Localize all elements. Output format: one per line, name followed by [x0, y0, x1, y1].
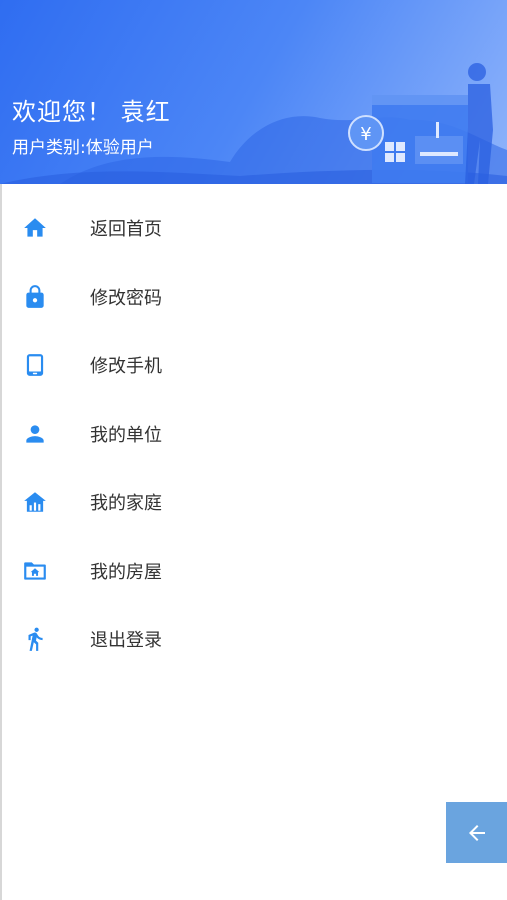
svg-text:¥: ¥ — [360, 124, 371, 145]
folder-home-icon — [22, 558, 48, 584]
menu-item-label: 返回首页 — [90, 219, 162, 241]
menu-item-label: 我的单位 — [90, 424, 162, 446]
user-type-label: 用户类别:体验用户 — [12, 138, 154, 158]
menu-item-logout[interactable]: 退出登录 — [0, 605, 507, 674]
menu-item-home[interactable]: 返回首页 — [0, 194, 507, 263]
menu-item-label: 退出登录 — [90, 630, 162, 652]
menu-item-label: 修改手机 — [90, 356, 162, 378]
house-chart-icon — [22, 489, 48, 515]
person-icon — [22, 421, 48, 447]
menu-item-my-house[interactable]: 我的房屋 — [0, 537, 507, 606]
lock-icon — [22, 284, 48, 310]
menu-item-my-unit[interactable]: 我的单位 — [0, 400, 507, 469]
menu-item-change-phone[interactable]: 修改手机 — [0, 331, 507, 400]
menu-item-label: 我的家庭 — [90, 493, 162, 515]
drawer-menu: 返回首页 修改密码 修改手机 我的单位 我的家庭 我的房屋 退出登录 — [0, 194, 507, 674]
collapse-drawer-button[interactable] — [446, 802, 507, 863]
home-icon — [22, 215, 48, 241]
menu-item-my-family[interactable]: 我的家庭 — [0, 468, 507, 537]
drawer-header: ¥ 欢迎您！ 袁红 用户类别:体验用户 — [0, 0, 507, 184]
exit-runner-icon — [22, 626, 48, 652]
menu-item-label: 修改密码 — [90, 287, 162, 309]
welcome-greeting: 欢迎您！ 袁红 — [12, 98, 171, 126]
menu-item-change-password[interactable]: 修改密码 — [0, 263, 507, 332]
arrow-left-icon — [468, 824, 485, 841]
menu-item-label: 我的房屋 — [90, 561, 162, 583]
tablet-icon — [22, 352, 48, 378]
